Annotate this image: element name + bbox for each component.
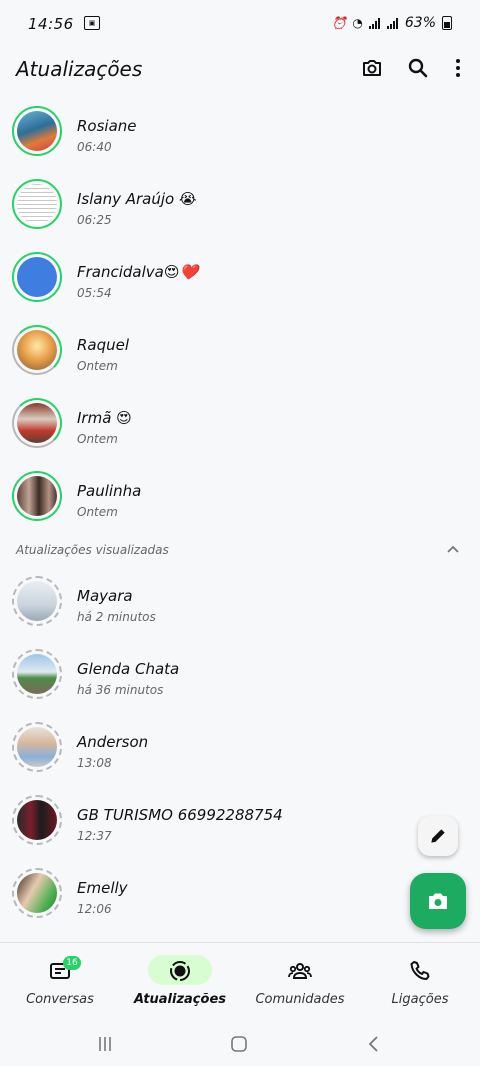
status-ring (12, 795, 62, 845)
status-time: 05:54 (77, 286, 112, 300)
avatar (17, 581, 57, 621)
avatar (17, 111, 57, 151)
back-icon[interactable] (364, 1034, 384, 1054)
tab-comunidades[interactable]: Comunidades (240, 943, 360, 1019)
unread-badge: 16 (63, 956, 81, 970)
status-time: Ontem (77, 505, 118, 519)
notification-icon: ▣ (84, 16, 100, 30)
tab-label: Conversas (26, 992, 94, 1007)
tab-ligacoes[interactable]: Ligações (360, 943, 480, 1019)
status-row[interactable]: Glenda Chata há 36 minutos (0, 641, 480, 713)
contact-name: Paulinha (77, 482, 142, 500)
contact-name: Raquel (77, 336, 130, 354)
status-ring (12, 722, 62, 772)
contact-name: GB TURISMO 66992288754 (77, 806, 283, 824)
status-bar: 14:56 ▣ ⏰ ◔ 63% (0, 0, 480, 48)
status-ring (12, 398, 62, 448)
contact-name: Mayara (77, 587, 133, 605)
status-time: há 2 minutos (77, 610, 156, 624)
status-icons: ⏰ ◔ 63% (331, 15, 452, 31)
tab-label: Atualizações (133, 992, 227, 1007)
status-ring (12, 179, 62, 229)
status-row[interactable]: Emelly 12:06 (0, 860, 480, 932)
camera-icon (429, 893, 447, 909)
contact-name: Islany Araújo 😭 (77, 190, 197, 208)
battery-icon (442, 16, 452, 30)
contact-name: Irmã 😍 (77, 409, 132, 427)
signal-icon (386, 17, 399, 29)
status-time: 13:08 (77, 756, 112, 770)
status-ring (12, 325, 62, 375)
alarm-icon: ⏰ (331, 16, 347, 30)
edit-text-status-button[interactable] (418, 816, 458, 856)
chevron-up-icon[interactable] (446, 544, 460, 554)
camera-icon[interactable] (360, 56, 384, 80)
status-icon (170, 961, 190, 981)
status-time: 06:25 (77, 213, 112, 227)
status-ring (12, 868, 62, 918)
system-navigation-bar (0, 1018, 480, 1066)
avatar (17, 330, 57, 370)
status-time: 12:06 (77, 902, 112, 916)
contact-name: Glenda Chata (77, 660, 180, 678)
status-time: Ontem (77, 432, 118, 446)
status-row[interactable]: Irmã 😍 Ontem (0, 390, 480, 462)
status-time: 12:37 (77, 829, 112, 843)
avatar (17, 257, 57, 297)
avatar (17, 476, 57, 516)
status-time: 06:40 (77, 140, 112, 154)
home-icon[interactable] (229, 1034, 249, 1054)
contact-name: Rosiane (77, 117, 137, 135)
avatar (17, 654, 57, 694)
avatar (17, 184, 57, 224)
tab-atualizacoes[interactable]: Atualizações (120, 943, 240, 1019)
signal-icon (368, 17, 381, 29)
viewed-section-label: Atualizações visualizadas (16, 543, 169, 557)
add-photo-status-button[interactable] (410, 873, 466, 929)
status-row[interactable]: Rosiane 06:40 (0, 98, 480, 170)
wifi-icon: ◔ (352, 16, 363, 30)
status-row[interactable]: GB TURISMO 66992288754 12:37 (0, 787, 480, 859)
avatar (17, 800, 57, 840)
contact-name: Anderson (77, 733, 149, 751)
status-ring (12, 576, 62, 626)
recent-apps-icon[interactable] (95, 1034, 115, 1054)
status-time: 14:56 (28, 15, 74, 33)
tab-label: Comunidades (255, 992, 345, 1007)
tab-conversas[interactable]: 16 Conversas (0, 943, 120, 1019)
search-icon[interactable] (406, 56, 430, 80)
tab-label: Ligações (391, 992, 449, 1007)
phone-icon (410, 961, 430, 980)
avatar (17, 403, 57, 443)
battery-percent: 63% (404, 15, 436, 31)
status-row[interactable]: Paulinha Ontem (0, 463, 480, 535)
more-options-icon[interactable] (446, 56, 470, 80)
status-row[interactable]: Anderson 13:08 (0, 714, 480, 786)
status-ring (12, 252, 62, 302)
avatar (17, 727, 57, 767)
bottom-navigation: 16 Conversas Atualizações Comunidades Li… (0, 942, 480, 1019)
page-title: Atualizações (16, 57, 143, 81)
status-row[interactable]: Francidalva😍❤️ 05:54 (0, 244, 480, 316)
status-row[interactable]: Mayara há 2 minutos (0, 568, 480, 640)
status-ring (12, 649, 62, 699)
status-time: há 36 minutos (77, 683, 164, 697)
status-ring (12, 471, 62, 521)
status-row[interactable]: Raquel Ontem (0, 317, 480, 389)
pencil-icon (431, 829, 445, 843)
contact-name: Emelly (77, 879, 128, 897)
contact-name: Francidalva😍❤️ (77, 263, 199, 281)
app-bar: Atualizações (0, 48, 480, 104)
status-row[interactable]: Islany Araújo 😭 06:25 (0, 171, 480, 243)
communities-icon (288, 963, 312, 979)
status-ring (12, 106, 62, 156)
status-time: Ontem (77, 359, 118, 373)
avatar (17, 873, 57, 913)
